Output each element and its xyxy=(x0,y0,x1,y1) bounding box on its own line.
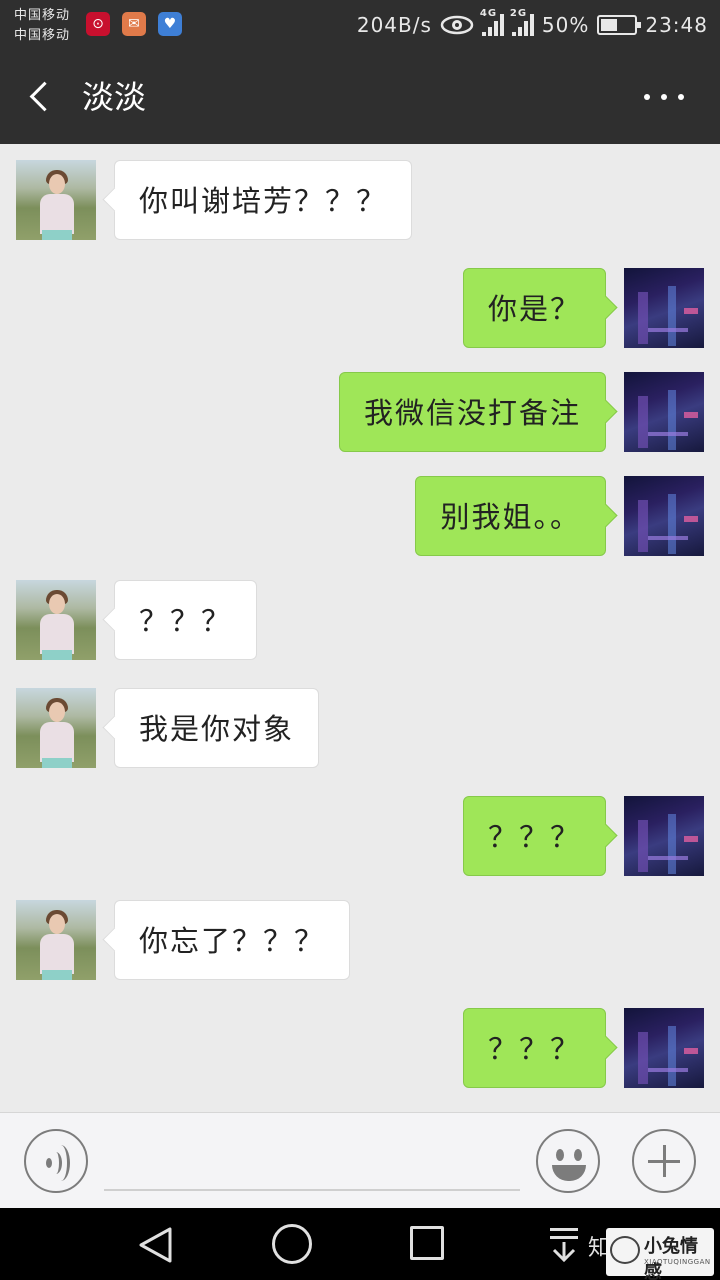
sent-message[interactable]: 别我姐。。 xyxy=(415,476,606,556)
mail-icon: ✉ xyxy=(122,12,146,36)
received-message[interactable]: 你忘了？？？ xyxy=(114,900,351,980)
watermark-brand-cn: 小兔情感 xyxy=(644,1236,698,1280)
my-avatar[interactable] xyxy=(624,1008,704,1088)
message-row: ？？？ xyxy=(462,796,704,876)
message-row: 我微信没打备注 xyxy=(338,372,704,452)
contact-avatar[interactable] xyxy=(16,580,96,660)
clock: 23:48 xyxy=(645,13,708,37)
voice-icon[interactable] xyxy=(24,1129,88,1193)
my-avatar[interactable] xyxy=(624,796,704,876)
status-bar: 中国移动 中国移动 ⊙ ✉ ♥ 204B/s 4G 2G 50% 23:48 xyxy=(0,0,720,50)
back-icon[interactable] xyxy=(22,76,62,118)
carrier-labels: 中国移动 中国移动 xyxy=(14,6,70,46)
my-avatar[interactable] xyxy=(624,476,704,556)
my-avatar[interactable] xyxy=(624,268,704,348)
nav-recent-apps-icon[interactable] xyxy=(410,1226,444,1260)
plus-icon[interactable] xyxy=(632,1129,696,1193)
watermark-brand-en: XIAOTUQINGGAN xyxy=(644,1258,711,1266)
carrier-label-1: 中国移动 xyxy=(14,8,71,23)
received-message[interactable]: 你叫谢培芳？？？ xyxy=(114,160,413,240)
my-avatar[interactable] xyxy=(624,372,704,452)
more-options-icon[interactable] xyxy=(644,80,684,114)
message-row: ？？？ xyxy=(16,580,258,660)
network-speed: 204B/s xyxy=(356,13,432,37)
input-bar xyxy=(0,1112,720,1208)
message-row: 你是？ xyxy=(462,268,704,348)
sent-message[interactable]: ？？？ xyxy=(462,796,606,876)
health-icon: ♥ xyxy=(158,12,182,36)
contact-avatar[interactable] xyxy=(16,160,96,240)
message-input[interactable] xyxy=(104,1133,520,1191)
emoji-icon[interactable] xyxy=(536,1129,600,1193)
message-row: 我是你对象 xyxy=(16,688,320,768)
battery-icon xyxy=(597,15,642,35)
title-bar: 淡淡 xyxy=(0,50,720,144)
battery-percent: 50% xyxy=(541,13,590,37)
status-indicators: 204B/s 4G 2G 50% 23:48 xyxy=(356,8,708,39)
navigation-bar: 知 小兔情感 XIAOTUQINGGAN xyxy=(0,1208,720,1280)
sent-message[interactable]: 我微信没打备注 xyxy=(338,372,606,452)
network-type-1: 4G xyxy=(479,8,498,19)
sent-message[interactable]: 你是？ xyxy=(462,268,606,348)
nav-notification-down-icon[interactable] xyxy=(546,1226,586,1266)
contact-avatar[interactable] xyxy=(16,688,96,768)
nav-back-icon[interactable] xyxy=(136,1226,176,1264)
message-row: 你忘了？？？ xyxy=(16,900,351,980)
message-row: ？？？ xyxy=(462,1008,704,1088)
nav-home-icon[interactable] xyxy=(272,1224,312,1264)
watermark-logo: 小兔情感 XIAOTUQINGGAN xyxy=(606,1228,714,1280)
rabbit-logo-icon xyxy=(610,1236,640,1264)
received-message[interactable]: 我是你对象 xyxy=(114,688,320,768)
message-row: 别我姐。。 xyxy=(415,476,704,556)
signal-icon-2: 2G xyxy=(510,8,534,36)
carrier-label-2: 中国移动 xyxy=(14,28,71,43)
chat-area[interactable]: 你叫谢培芳？？？ 你是？ 我微信没打备注 别我姐。。 ？？？ 我是你对象 ？？？… xyxy=(0,144,720,1112)
received-message[interactable]: ？？？ xyxy=(114,580,258,660)
eye-icon xyxy=(440,15,474,35)
netease-music-icon: ⊙ xyxy=(86,12,110,36)
chat-title: 淡淡 xyxy=(82,78,147,116)
message-row: 你叫谢培芳？？？ xyxy=(16,160,413,240)
network-type-2: 2G xyxy=(509,8,528,19)
sent-message[interactable]: ？？？ xyxy=(462,1008,606,1088)
contact-avatar[interactable] xyxy=(16,900,96,980)
signal-icon: 4G xyxy=(480,8,504,36)
